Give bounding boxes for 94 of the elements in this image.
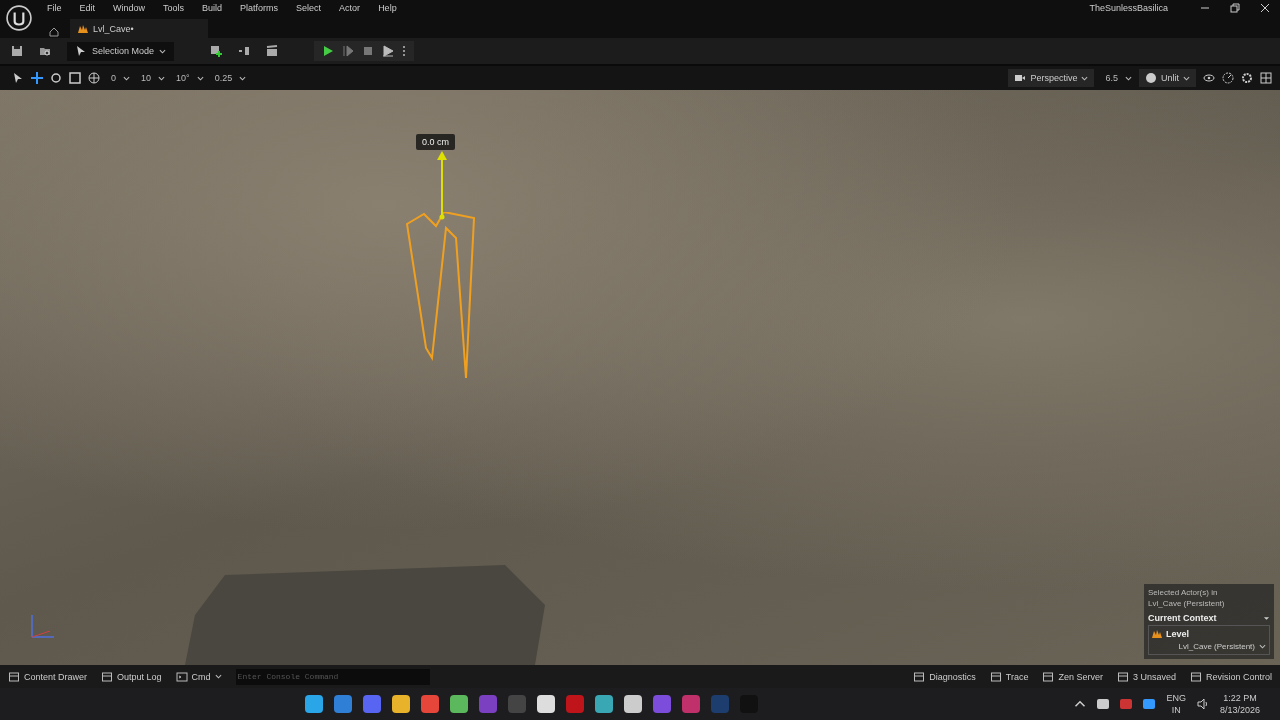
caret-icon[interactable] [158,75,166,81]
clapperboard-icon[interactable] [266,45,279,57]
caret-icon[interactable] [214,674,222,679]
panel-icon [8,670,20,683]
snap-setting[interactable]: 10 [141,73,152,83]
rotate-icon[interactable] [50,72,62,84]
app-icon[interactable] [450,695,469,713]
move-icon[interactable] [31,72,43,84]
level-icon [1152,630,1162,638]
menu-item[interactable]: Select [287,3,331,13]
caret-icon[interactable] [123,75,130,81]
cursor-icon [75,45,87,57]
snap-setting[interactable]: 0.25 [214,73,233,83]
menu-item[interactable]: Build [193,3,232,13]
selection-mode-dropdown[interactable]: Selection Mode [67,41,175,61]
cave-scene-render[interactable]: 0.0 cm Selected Actor(s) in Lvl_Cave (Persistent) Current Context Level Lvl_Cave (Persistent) [0,90,1280,665]
status-button[interactable]: 3 Unsaved [1132,671,1176,682]
folder-search-icon[interactable] [39,45,51,57]
translate-gizmo-arrow[interactable] [436,150,448,220]
settings-icon[interactable] [1241,72,1253,84]
tray-icon[interactable] [1097,699,1110,709]
menu-item[interactable]: Tools [154,3,194,13]
globe-icon[interactable] [88,72,100,84]
gauge-icon[interactable] [1222,72,1234,84]
save-icon[interactable] [11,45,23,57]
menu-item[interactable]: Edit [70,3,105,13]
panel-icon [913,670,926,683]
speaker-icon[interactable] [1196,698,1209,710]
menu-item[interactable]: File [38,3,71,13]
menu-item[interactable]: Window [104,3,155,13]
app-icon[interactable] [537,695,556,713]
scale-icon[interactable] [69,72,81,84]
caret-icon[interactable] [196,75,204,81]
panel-icon [1042,670,1055,683]
status-button[interactable]: Diagnostics [929,671,976,682]
app-icon[interactable] [305,695,324,713]
panel-caption: Selected Actor(s) in [1148,588,1219,597]
sphere-icon [1145,72,1157,84]
home-icon[interactable] [48,26,60,38]
clock-time[interactable]: 1:22 PM [1223,693,1257,703]
select-cursor-icon[interactable] [12,72,24,84]
play-icon[interactable] [322,45,335,57]
caret-icon[interactable] [239,75,247,81]
panel-icon [1189,670,1202,683]
caret-icon[interactable] [159,48,167,54]
status-button[interactable]: Trace [1005,671,1029,682]
camera-icon [1014,72,1027,84]
gizmo-readout: 0.0 cm [416,134,455,150]
panel-heading: Current Context [1148,613,1217,623]
level-dropdown[interactable]: Lvl_Cave (Persistent) [1178,642,1266,651]
status-button[interactable]: Output Log [117,671,162,682]
snap-setting[interactable]: 10° [176,73,190,83]
app-icon[interactable] [392,695,411,713]
status-button[interactable]: Zen Server [1058,671,1103,682]
level-icon [78,24,88,33]
panel-icon [989,670,1002,683]
restore-icon[interactable] [1230,3,1240,13]
status-button[interactable]: Revision Control [1205,671,1272,682]
layout-icon[interactable] [1260,72,1272,84]
menu-item[interactable]: Actor [330,3,370,13]
section-label: Level [1166,629,1189,639]
console-field[interactable]: Enter Console Command [235,668,430,685]
collapse-icon[interactable] [1263,615,1270,621]
cmd-dropdown[interactable]: Cmd [191,671,211,682]
panel-icon [101,670,114,683]
more-icon[interactable] [402,45,407,57]
app-icon[interactable] [624,695,643,713]
status-button[interactable]: Content Drawer [24,671,88,682]
eye-icon[interactable] [1203,72,1215,84]
stop-icon[interactable] [362,45,375,57]
camera-speed-dropdown[interactable]: 6.5 [1105,73,1118,83]
region-indicator[interactable]: IN [1171,705,1181,715]
caret-icon[interactable] [1259,644,1266,649]
language-indicator[interactable]: ENG [1166,693,1186,703]
app-icon[interactable] [595,695,614,713]
menu-item[interactable]: Help [369,3,406,13]
engine-logo-icon[interactable] [6,5,32,31]
menu-item[interactable]: Platforms [231,3,288,13]
panel-caption: Lvl_Cave (Persistent) [1148,599,1226,608]
caret-icon[interactable] [1125,75,1132,81]
step-icon[interactable] [342,45,355,57]
lighting-dropdown[interactable]: Unlit [1139,69,1196,87]
level-tab[interactable]: Lvl_Cave• [70,19,208,38]
perspective-dropdown[interactable]: Perspective [1008,69,1095,87]
snap-setting[interactable]: 0 [111,73,116,83]
caret-icon[interactable] [1183,75,1190,81]
caret-icon[interactable] [1081,75,1089,81]
terminal-icon [175,670,188,683]
tray-icon[interactable] [1143,699,1156,709]
project-title: TheSunlessBasilica [1089,3,1168,13]
clock-date[interactable]: 8/13/2026 [1219,705,1260,715]
close-icon[interactable] [1260,3,1270,13]
add-cube-icon[interactable] [210,45,223,57]
panel-icon [1116,670,1129,683]
